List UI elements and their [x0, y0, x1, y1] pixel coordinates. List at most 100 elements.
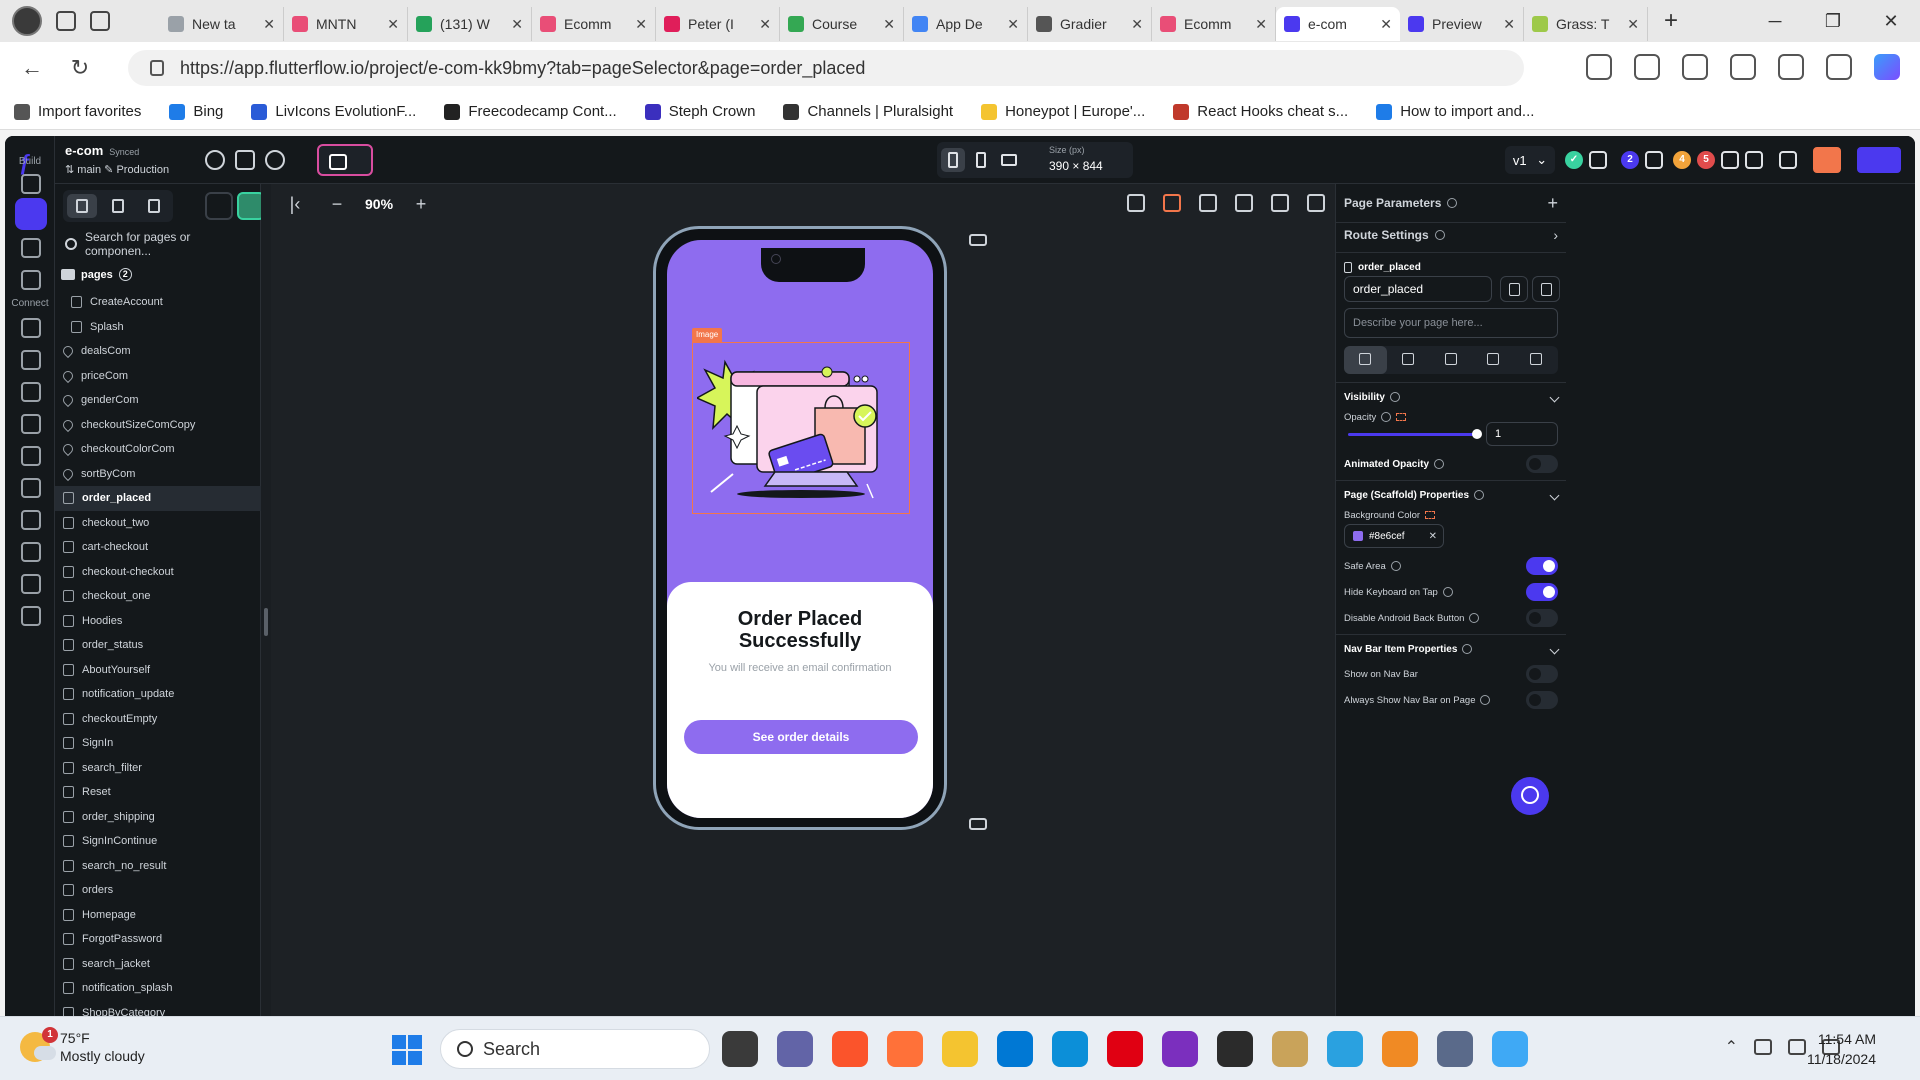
favorite-link[interactable]: LivIcons EvolutionF...: [251, 103, 416, 120]
project-info[interactable]: e-com Synced ⇅ main ✎ Production: [65, 142, 169, 176]
browser-tab[interactable]: Gradier ✕: [1028, 7, 1152, 41]
page-list-item[interactable]: notification_splash: [55, 976, 261, 1001]
ai-agents-icon[interactable]: [21, 542, 41, 562]
add-parameter-icon[interactable]: +: [1547, 193, 1558, 214]
favorite-link[interactable]: Honeypot | Europe'...: [981, 103, 1145, 120]
media-player-icon[interactable]: [1217, 1031, 1253, 1067]
rotate-device-icon[interactable]: [1199, 194, 1217, 212]
favorite-link[interactable]: How to import and...: [1376, 103, 1534, 120]
page-list-item[interactable]: search_no_result: [55, 854, 261, 879]
split-screen-icon[interactable]: [1634, 54, 1660, 80]
check-status-icon[interactable]: ✓: [1565, 151, 1583, 169]
page-list-item[interactable]: order_status: [55, 633, 261, 658]
favorite-link[interactable]: React Hooks cheat s...: [1173, 103, 1348, 120]
browser-tab[interactable]: Peter (I ✕: [656, 7, 780, 41]
background-color-input[interactable]: #8e6cef ✕: [1344, 524, 1444, 548]
page-list-item[interactable]: Hoodies: [55, 609, 261, 634]
hide-keyboard-toggle[interactable]: [1526, 583, 1558, 601]
navbar-section[interactable]: Nav Bar Item Properties: [1344, 644, 1473, 655]
page-list-item[interactable]: SignInContinue: [55, 829, 261, 854]
back-button[interactable]: ←: [20, 55, 44, 81]
page-list-item[interactable]: order_shipping: [55, 805, 261, 830]
errors-badge[interactable]: 5: [1697, 151, 1715, 169]
bug-icon[interactable]: [1721, 151, 1739, 169]
page-preview[interactable]: Image Order Placed Successfully You will…: [667, 240, 933, 818]
command-palette-icon[interactable]: [235, 150, 255, 170]
widget-tree-icon[interactable]: [21, 238, 41, 258]
see-order-details-button[interactable]: See order details: [684, 720, 918, 754]
pages-folder[interactable]: pages 2: [61, 268, 132, 281]
widget-palette-icon[interactable]: [21, 174, 41, 194]
opera-icon[interactable]: [1107, 1031, 1143, 1067]
pages-tab[interactable]: [103, 194, 133, 218]
toggle-bottom-bar-icon[interactable]: [969, 818, 987, 830]
desktop-device-button[interactable]: [997, 148, 1021, 172]
help-icon[interactable]: [205, 150, 225, 170]
edge-icon[interactable]: [1052, 1031, 1088, 1067]
animated-opacity-toggle[interactable]: [1526, 455, 1558, 473]
more-options-icon[interactable]: [1826, 54, 1852, 80]
snipping-tool-icon[interactable]: [1492, 1031, 1528, 1067]
device-frame-icon[interactable]: [1163, 194, 1181, 212]
open-external-icon[interactable]: [1779, 151, 1797, 169]
collaborators-badge[interactable]: 2: [1621, 151, 1639, 169]
close-tab-icon[interactable]: ✕: [1503, 16, 1515, 33]
all-items-tab[interactable]: [67, 194, 97, 218]
component-list-item[interactable]: checkoutSizeComCopy: [55, 413, 261, 438]
app-state-icon[interactable]: [21, 414, 41, 434]
close-tab-icon[interactable]: ✕: [387, 16, 399, 33]
route-settings-header[interactable]: Route Settings: [1344, 228, 1445, 242]
firestore-icon[interactable]: [21, 350, 41, 370]
scaffold-section[interactable]: Page (Scaffold) Properties: [1344, 490, 1485, 501]
extensions-icon[interactable]: [1586, 54, 1612, 80]
url-field[interactable]: https://app.flutterflow.io/project/e-com…: [128, 50, 1524, 86]
api-calls-icon[interactable]: [21, 382, 41, 402]
page-selector-icon[interactable]: [15, 198, 47, 230]
favorites-icon[interactable]: [1682, 54, 1708, 80]
close-tab-icon[interactable]: ✕: [883, 16, 895, 33]
clock[interactable]: 11:54 AM 11/18/2024: [1807, 1029, 1876, 1069]
close-tab-icon[interactable]: ✕: [1131, 16, 1143, 33]
start-button[interactable]: [392, 1035, 422, 1065]
backend-query-tab[interactable]: [1430, 346, 1473, 374]
task-view-icon[interactable]: [722, 1031, 758, 1067]
favorite-link[interactable]: Bing: [169, 103, 223, 120]
comments-icon[interactable]: [1589, 151, 1607, 169]
phone-device-button[interactable]: [941, 148, 965, 172]
component-list-item[interactable]: sortByCom: [55, 462, 261, 487]
close-tab-icon[interactable]: ✕: [1627, 16, 1639, 33]
always-navbar-toggle[interactable]: [1526, 691, 1558, 709]
canvas-settings-icon[interactable]: [1307, 194, 1325, 212]
browser-tab[interactable]: New ta ✕: [160, 7, 284, 41]
page-name-input[interactable]: order_placed: [1344, 276, 1492, 302]
page-list-item[interactable]: orders: [55, 878, 261, 903]
page-list-item[interactable]: AboutYourself: [55, 658, 261, 683]
search-help-button[interactable]: [1511, 777, 1549, 815]
page-search-input[interactable]: Search for pages or componen...: [63, 230, 253, 258]
theme-settings-icon[interactable]: [21, 574, 41, 594]
page-list-item[interactable]: order_placed: [55, 486, 261, 511]
page-list-item[interactable]: checkout_two: [55, 511, 261, 536]
winrar-icon[interactable]: [1272, 1031, 1308, 1067]
toggle-top-bar-icon[interactable]: [969, 234, 987, 246]
browser-tab[interactable]: App De ✕: [904, 7, 1028, 41]
browser-tab[interactable]: Course ✕: [780, 7, 904, 41]
warnings-badge[interactable]: 4: [1673, 151, 1691, 169]
firefox-icon[interactable]: [887, 1031, 923, 1067]
page-list-item[interactable]: cart-checkout: [55, 535, 261, 560]
media-assets-icon[interactable]: [21, 446, 41, 466]
add-folder-button[interactable]: [205, 192, 233, 220]
brave-icon[interactable]: [832, 1031, 868, 1067]
close-tab-icon[interactable]: ✕: [1255, 16, 1267, 33]
panel-resize-handle[interactable]: [261, 184, 271, 1016]
tablet-device-button[interactable]: [969, 148, 993, 172]
close-tab-icon[interactable]: ✕: [1380, 16, 1392, 33]
components-tab[interactable]: [139, 194, 169, 218]
new-tab-button[interactable]: +: [1664, 7, 1678, 35]
page-list-item[interactable]: checkout_one: [55, 584, 261, 609]
browser-tab[interactable]: Ecomm ✕: [532, 7, 656, 41]
page-list-item[interactable]: checkoutEmpty: [55, 707, 261, 732]
minimize-button[interactable]: ─: [1746, 11, 1804, 32]
preview-eye-icon[interactable]: [1813, 147, 1841, 173]
zoom-in-button[interactable]: +: [407, 190, 435, 218]
